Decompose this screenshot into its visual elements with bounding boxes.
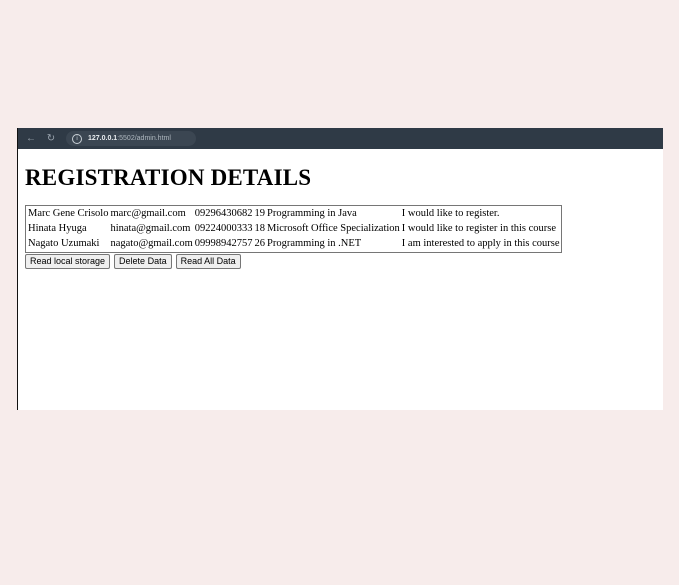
table-row: Nagato Uzumaki nagato@gmail.com 09998942… — [27, 237, 560, 251]
browser-toolbar: ← ↻ i 127.0.0.1:5502/admin.html — [18, 128, 663, 149]
delete-data-button[interactable]: Delete Data — [114, 254, 172, 269]
cell-course: Microsoft Office Specialization — [267, 223, 400, 234]
cell-email: nagato@gmail.com — [110, 238, 193, 249]
cell-message: I am interested to apply in this course — [401, 238, 560, 249]
page-content: REGISTRATION DETAILS Marc Gene Crisolo m… — [18, 149, 663, 269]
read-local-storage-button[interactable]: Read local storage — [25, 254, 111, 269]
table-row: Hinata Hyuga hinata@gmail.com 0922400033… — [27, 222, 560, 236]
cell-message: I would like to register in this course — [401, 223, 557, 234]
cell-age: 18 — [254, 223, 266, 234]
registration-table: Marc Gene Crisolo marc@gmail.com 0929643… — [25, 205, 562, 253]
cell-course: Programming in .NET — [267, 238, 362, 249]
cell-name: Nagato Uzumaki — [28, 238, 100, 249]
address-bar[interactable]: i 127.0.0.1:5502/admin.html — [66, 131, 196, 146]
cell-age: 19 — [254, 208, 266, 219]
cell-age: 26 — [254, 238, 266, 249]
page-title: REGISTRATION DETAILS — [25, 165, 312, 190]
cell-email: hinata@gmail.com — [110, 223, 191, 234]
cell-phone: 09224000333 — [194, 223, 253, 234]
cell-name: Hinata Hyuga — [28, 223, 87, 234]
cell-phone: 09296430682 — [194, 208, 253, 219]
button-row: Read local storage Delete Data Read All … — [25, 254, 663, 269]
info-icon[interactable]: i — [72, 133, 82, 144]
arrow-left-icon[interactable]: ← — [24, 132, 38, 146]
browser-window: ← ↻ i 127.0.0.1:5502/admin.html REGISTRA… — [17, 128, 663, 410]
url-path: :5502/admin.html — [117, 135, 171, 142]
table-row: Marc Gene Crisolo marc@gmail.com 0929643… — [27, 207, 560, 221]
cell-phone: 09998942757 — [194, 238, 253, 249]
cell-course: Programming in Java — [267, 208, 357, 219]
reload-icon[interactable]: ↻ — [44, 132, 58, 146]
url-host: 127.0.0.1 — [88, 135, 118, 142]
cell-name: Marc Gene Crisolo — [28, 208, 109, 219]
cell-message: I would like to register. — [401, 208, 500, 219]
read-all-data-button[interactable]: Read All Data — [175, 254, 241, 269]
cell-email: marc@gmail.com — [110, 208, 186, 219]
